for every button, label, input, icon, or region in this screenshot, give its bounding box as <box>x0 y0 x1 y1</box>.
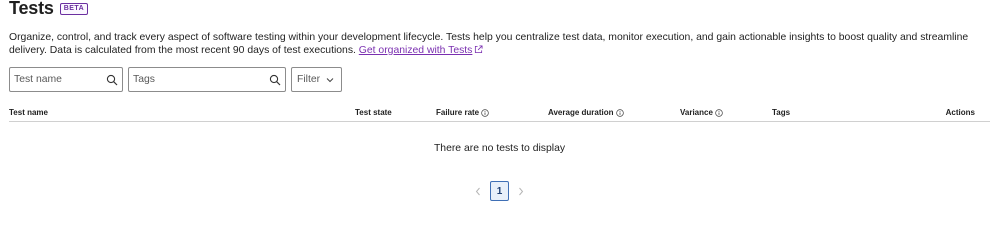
previous-page-button[interactable] <box>468 181 488 201</box>
pagination: 1 <box>0 181 999 201</box>
tags-input[interactable] <box>129 68 285 91</box>
column-label: Test state <box>355 108 392 117</box>
info-icon[interactable] <box>481 108 489 117</box>
title-row: Tests BETA <box>9 0 990 17</box>
next-page-button[interactable] <box>511 181 531 201</box>
beta-badge: BETA <box>59 2 89 15</box>
column-label: Actions <box>945 108 975 117</box>
chevron-left-icon <box>475 187 480 195</box>
column-label: Test name <box>9 108 48 117</box>
column-header-test-state[interactable]: Test state <box>355 108 392 117</box>
column-header-average-duration[interactable]: Average duration <box>548 108 624 117</box>
table-header: Test name Test state Failure rate Averag… <box>9 106 990 122</box>
column-label: Variance <box>680 108 713 117</box>
page-number-button[interactable]: 1 <box>490 181 509 201</box>
empty-state-message: There are no tests to display <box>433 143 566 154</box>
column-header-tags[interactable]: Tags <box>772 108 790 117</box>
get-organized-link-label: Get organized with Tests <box>358 45 473 56</box>
filter-bar: Filter <box>9 67 990 92</box>
info-icon[interactable] <box>615 108 624 117</box>
chevron-down-icon <box>326 78 334 83</box>
get-organized-link[interactable]: Get organized with Tests <box>359 45 484 56</box>
column-label: Average duration <box>548 108 614 117</box>
test-name-search <box>9 67 123 92</box>
column-header-variance[interactable]: Variance <box>680 108 723 117</box>
column-label: Tags <box>772 108 791 117</box>
page-description: Organize, control, and track every aspec… <box>9 31 989 57</box>
description-text: Organize, control, and track every aspec… <box>9 32 969 56</box>
external-link-icon <box>475 45 483 54</box>
column-header-test-name[interactable]: Test name <box>9 108 48 117</box>
search-icon[interactable] <box>106 74 118 86</box>
filter-dropdown[interactable]: Filter <box>291 67 342 92</box>
chevron-right-icon <box>519 187 524 195</box>
column-header-failure-rate[interactable]: Failure rate <box>436 108 489 117</box>
info-icon[interactable] <box>715 108 723 117</box>
column-label: Failure rate <box>436 108 480 117</box>
page-title: Tests <box>9 0 54 18</box>
column-header-actions: Actions <box>946 108 975 117</box>
tests-page: Tests BETA Organize, control, and track … <box>0 0 999 242</box>
filter-dropdown-label: Filter <box>297 74 321 85</box>
search-icon[interactable] <box>269 74 281 86</box>
tags-search <box>128 67 286 92</box>
